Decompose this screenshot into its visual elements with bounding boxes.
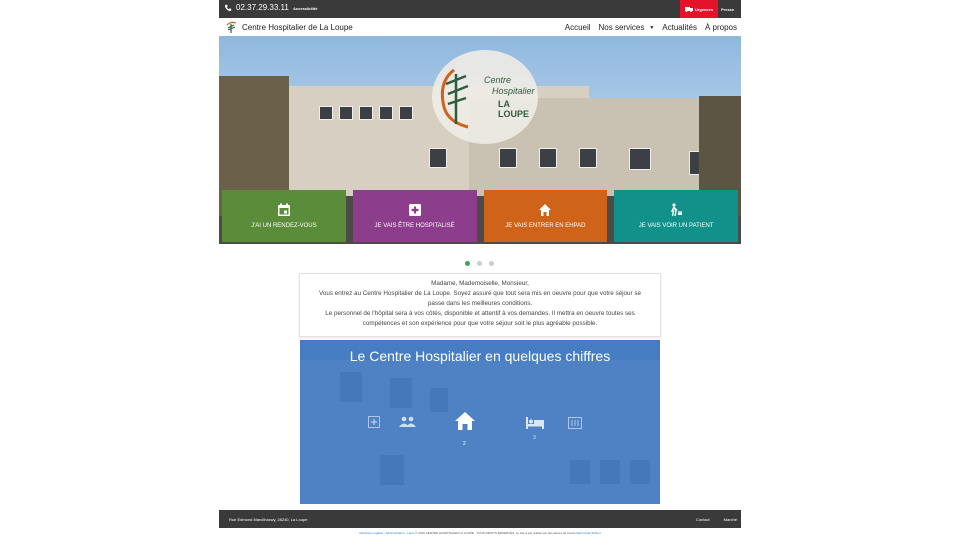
legal-text: © 2016 CENTRE HOSPITALIER LA LOUPE - TOU… (415, 531, 576, 535)
school-link[interactable]: Web Code School (576, 531, 600, 535)
window (429, 148, 447, 168)
welcome-line: compétences et son expérience pour que v… (362, 320, 598, 327)
logo-text-line3: LA LOUPE (498, 99, 530, 119)
welcome-line: Vous entrez au Centre Hospitalier de La … (318, 290, 642, 297)
building-icon[interactable] (568, 417, 582, 429)
ambulance-icon (684, 7, 693, 12)
key-figures-section: Le Centre Hospitalier en quelques chiffr… (300, 340, 660, 504)
hospital-logo-icon (226, 21, 237, 33)
phone-icon (224, 4, 232, 11)
window (499, 148, 517, 168)
press-link[interactable]: Presse (721, 7, 734, 12)
carousel-indicators (465, 261, 494, 266)
phone-link[interactable]: 02.37.29.33.11 (224, 3, 289, 12)
tile-appointment[interactable]: J'AI UN RENDEZ-VOUS (222, 190, 346, 242)
tile-visit-patient[interactable]: JE VAIS VOIR UN PATIENT (614, 190, 738, 242)
welcome-line: Madame, Mademoiselle, Monsieur, (431, 280, 529, 287)
window (579, 148, 597, 168)
legal-line: Mentions Légales - Administration - Lien… (219, 531, 741, 535)
logo-text-line2: Hospitalier (492, 86, 535, 96)
calendar-icon (277, 203, 290, 216)
nav-item-actualites[interactable]: Actualités (662, 23, 697, 32)
hospital-logo: Centre Hospitalier LA LOUPE (432, 50, 538, 144)
users-icon[interactable] (399, 416, 417, 428)
window (379, 106, 393, 120)
tree-logo-icon (440, 68, 469, 129)
nav-item-apropos[interactable]: À propos (705, 23, 737, 32)
carousel-dot-3[interactable] (489, 261, 494, 266)
nav-services-label: Nos services (598, 23, 645, 32)
figure-value-homes: 2 (463, 441, 466, 447)
home-icon[interactable] (455, 412, 475, 430)
window (359, 106, 373, 120)
welcome-line: passe dans les meilleures conditions. (427, 300, 533, 307)
phone-number: 02.37.29.33.11 (236, 3, 289, 12)
tile-appointment-label: J'AI UN RENDEZ-VOUS (251, 223, 317, 229)
window (629, 148, 651, 170)
footer-contact-link[interactable]: Contact (696, 517, 710, 522)
welcome-message: Madame, Mademoiselle, Monsieur, Vous ent… (299, 273, 661, 337)
welcome-line: Le personnel de l'hôpital sera à vos côt… (325, 310, 635, 317)
medical-plus-icon[interactable] (368, 416, 380, 428)
legal-links[interactable]: Mentions Légales - Administration - Lien… (360, 531, 415, 535)
visitor-icon (670, 203, 683, 217)
top-bar: 02.37.29.33.11 Accessibilité Urgences Pr… (219, 0, 741, 18)
window (339, 106, 353, 120)
carousel-dot-2[interactable] (477, 261, 482, 266)
tile-ehpad-label: JE VAIS ENTRER EN EHPAD (505, 223, 586, 229)
home-icon (539, 204, 552, 216)
footer-bar: Rue Edmond Marcilhacwy, 28240, La Loupe … (219, 510, 741, 528)
accessibility-link[interactable]: Accessibilité (293, 6, 317, 11)
quick-access-tiles: J'AI UN RENDEZ-VOUS JE VAIS ÊTRE HOSPITA… (222, 190, 738, 242)
tile-hospitalized-label: JE VAIS ÊTRE HOSPITALISÉ (374, 223, 455, 229)
tile-ehpad[interactable]: JE VAIS ENTRER EN EHPAD (483, 190, 608, 242)
carousel-dot-1[interactable] (465, 261, 470, 266)
emergency-label: Urgences (694, 6, 714, 12)
window (399, 106, 413, 120)
tile-visit-patient-label: JE VAIS VOIR UN PATIENT (638, 223, 714, 229)
figure-value-beds: 3 (533, 435, 536, 441)
bed-icon[interactable] (526, 417, 544, 429)
brand-name: Centre Hospitalier de La Loupe (242, 22, 353, 32)
nav-item-services[interactable]: Nos services ▼ (599, 23, 655, 32)
window (539, 148, 557, 168)
logo-text-line1: Centre (484, 75, 512, 85)
figures-title: Le Centre Hospitalier en quelques chiffr… (349, 348, 611, 364)
window (319, 106, 333, 120)
footer-address: Rue Edmond Marcilhacwy, 28240, La Loupe (229, 517, 308, 522)
medical-plus-icon (408, 204, 421, 216)
tile-hospitalized[interactable]: JE VAIS ÊTRE HOSPITALISÉ (352, 190, 477, 242)
emergency-button[interactable]: Urgences (680, 0, 718, 18)
chevron-down-icon: ▼ (649, 24, 655, 31)
nav-item-accueil[interactable]: Accueil (565, 23, 591, 32)
footer-markets-link[interactable]: Marché (724, 517, 737, 522)
blue-overlay (300, 340, 660, 504)
main-navigation: Centre Hospitalier de La Loupe Accueil N… (219, 18, 741, 36)
brand-link[interactable]: Centre Hospitalier de La Loupe (225, 21, 353, 33)
